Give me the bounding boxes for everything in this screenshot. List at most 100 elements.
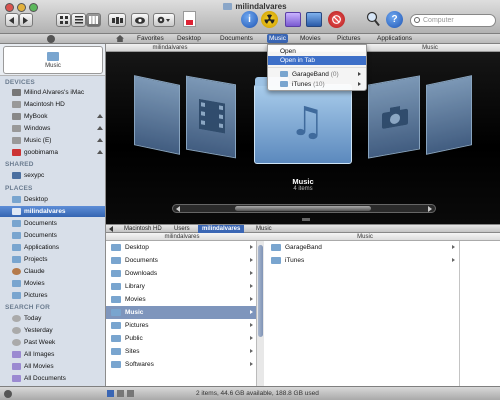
list-item-softwares[interactable]: Softwares bbox=[106, 358, 257, 371]
screen-icon[interactable] bbox=[306, 12, 322, 27]
sidebar-item-movies[interactable]: Movies bbox=[0, 278, 105, 289]
coverflow-item-left-2[interactable] bbox=[134, 75, 180, 155]
sidebar-item-all-documents[interactable]: All Documents bbox=[0, 373, 105, 384]
drive-icon[interactable] bbox=[285, 12, 301, 27]
column1-header: milindalvares bbox=[164, 234, 200, 240]
sidebar-item-sexypc[interactable]: sexypc bbox=[0, 170, 105, 181]
coverflow-item-right-1[interactable] bbox=[368, 75, 420, 159]
menu-item-garageband[interactable]: GarageBand (0) bbox=[268, 70, 366, 79]
coverflow-scrollbar[interactable] bbox=[172, 204, 436, 213]
magnifier-tool-icon[interactable] bbox=[366, 11, 380, 27]
list-item-sites[interactable]: Sites bbox=[106, 345, 257, 358]
view-toggle-icon-3[interactable] bbox=[127, 390, 134, 397]
sidebar-item-all-movies[interactable]: All Movies bbox=[0, 361, 105, 372]
close-icon[interactable] bbox=[5, 3, 14, 12]
view-toggle-icon[interactable] bbox=[107, 390, 114, 397]
sidebar-item-windows[interactable]: Windows bbox=[0, 123, 105, 134]
sidebar-item-milindalvares[interactable]: milindalvares bbox=[0, 206, 105, 217]
scroll-left-icon[interactable] bbox=[176, 206, 180, 212]
coverflow-item-left-1[interactable] bbox=[186, 75, 236, 159]
sidebar-item-today[interactable]: Today bbox=[0, 313, 105, 324]
favorites-applications[interactable]: Applications bbox=[377, 35, 412, 42]
gear-icon[interactable] bbox=[4, 390, 12, 398]
column-scrollbar[interactable] bbox=[256, 241, 264, 386]
sidebar-item-goobimama[interactable]: goobimama bbox=[0, 147, 105, 158]
list-item-public[interactable]: Public bbox=[106, 332, 257, 345]
coverflow-item-right-2[interactable] bbox=[426, 75, 472, 155]
info-icon[interactable]: i bbox=[241, 11, 258, 28]
eject-icon[interactable] bbox=[97, 150, 103, 154]
favorites-music[interactable]: Music bbox=[267, 34, 288, 43]
favorites-menu[interactable]: Favorites bbox=[137, 35, 164, 42]
list-item-music[interactable]: Music bbox=[106, 306, 257, 319]
back-arrow-icon bbox=[9, 16, 14, 24]
back-button[interactable] bbox=[5, 13, 19, 27]
home-icon[interactable] bbox=[116, 35, 124, 42]
view-toggle-icon-2[interactable] bbox=[117, 390, 124, 397]
column-scroll-thumb[interactable] bbox=[258, 245, 263, 337]
menu-item-open[interactable]: Open bbox=[268, 47, 366, 56]
menu-item-open-in-tab[interactable]: Open in Tab bbox=[268, 56, 366, 65]
stop-icon[interactable] bbox=[328, 11, 345, 28]
sidebar-item-imac[interactable]: Milind Alvares's iMac bbox=[0, 87, 105, 98]
quick-look-button[interactable] bbox=[131, 13, 149, 27]
sidebar-item-desktop[interactable]: Desktop bbox=[0, 194, 105, 205]
breadcrumb-music[interactable]: Music bbox=[252, 225, 276, 233]
list-item-library[interactable]: Library bbox=[106, 280, 257, 293]
column-view-button[interactable] bbox=[86, 13, 101, 27]
minimize-icon[interactable] bbox=[17, 3, 26, 12]
pdf-document-icon[interactable] bbox=[183, 11, 196, 27]
favorites-desktop[interactable]: Desktop bbox=[177, 35, 201, 42]
gear-icon[interactable] bbox=[47, 35, 55, 43]
eject-icon[interactable] bbox=[97, 126, 103, 130]
sidebar-item-documents[interactable]: Documents bbox=[0, 218, 105, 229]
folder-icon bbox=[111, 270, 121, 277]
menu-item-itunes[interactable]: iTunes (10) bbox=[268, 80, 366, 89]
list-item-movies[interactable]: Movies bbox=[106, 293, 257, 306]
list-item-documents[interactable]: Documents bbox=[106, 254, 257, 267]
sidebar-item-projects[interactable]: Projects bbox=[0, 254, 105, 265]
search-input[interactable]: Computer bbox=[410, 14, 496, 27]
list-item-desktop[interactable]: Desktop bbox=[106, 241, 257, 254]
coverflow-scroll-thumb[interactable] bbox=[235, 206, 371, 211]
sidebar-item-macintosh-hd[interactable]: Macintosh HD bbox=[0, 99, 105, 110]
favorites-documents[interactable]: Documents bbox=[220, 35, 253, 42]
radioactive-icon[interactable] bbox=[261, 11, 278, 28]
arrow-left-icon[interactable] bbox=[109, 226, 113, 232]
sidebar-item-all-images[interactable]: All Images bbox=[0, 349, 105, 360]
sidebar-item-music-e[interactable]: Music (E) bbox=[0, 135, 105, 146]
favorites-movies[interactable]: Movies bbox=[300, 35, 321, 42]
sidebar-item-claude[interactable]: Claude bbox=[0, 266, 105, 277]
zoom-icon[interactable] bbox=[29, 3, 38, 12]
chevron-right-icon bbox=[250, 284, 253, 288]
list-item-downloads[interactable]: Downloads bbox=[106, 267, 257, 280]
breadcrumb-milindalvares[interactable]: milindalvares bbox=[198, 225, 245, 233]
sidebar-item-documents-2[interactable]: Documents bbox=[0, 230, 105, 241]
action-button[interactable] bbox=[153, 13, 175, 27]
breadcrumb-macintosh-hd[interactable]: Macintosh HD bbox=[120, 225, 166, 233]
list-item-pictures[interactable]: Pictures bbox=[106, 319, 257, 332]
sidebar-item-pictures[interactable]: Pictures bbox=[0, 290, 105, 301]
list-item-garageband[interactable]: GarageBand bbox=[266, 241, 459, 254]
list-view-button[interactable] bbox=[71, 13, 86, 27]
sidebar-item-past-week[interactable]: Past Week bbox=[0, 337, 105, 348]
favorites-pictures[interactable]: Pictures bbox=[337, 35, 360, 42]
chevron-right-icon bbox=[358, 72, 361, 76]
scroll-right-icon[interactable] bbox=[428, 206, 432, 212]
sidebar-item-yesterday[interactable]: Yesterday bbox=[0, 325, 105, 336]
list-item-itunes[interactable]: iTunes bbox=[266, 254, 459, 267]
clock-icon bbox=[12, 327, 21, 334]
sidebar-item-mybook[interactable]: MyBook bbox=[0, 111, 105, 122]
coverflow-view-button[interactable] bbox=[108, 13, 126, 27]
clock-icon bbox=[12, 339, 21, 346]
sidebar-shelf-music[interactable]: Music bbox=[3, 46, 103, 74]
eject-icon[interactable] bbox=[97, 138, 103, 142]
coverflow-item-music[interactable]: ♫ bbox=[254, 77, 352, 164]
resize-grip[interactable] bbox=[302, 218, 310, 221]
help-icon[interactable]: ? bbox=[386, 11, 403, 28]
breadcrumb-users[interactable]: Users bbox=[170, 225, 194, 233]
forward-button[interactable] bbox=[19, 13, 33, 27]
sidebar-item-applications[interactable]: Applications bbox=[0, 242, 105, 253]
icon-view-button[interactable] bbox=[56, 13, 71, 27]
eject-icon[interactable] bbox=[97, 114, 103, 118]
